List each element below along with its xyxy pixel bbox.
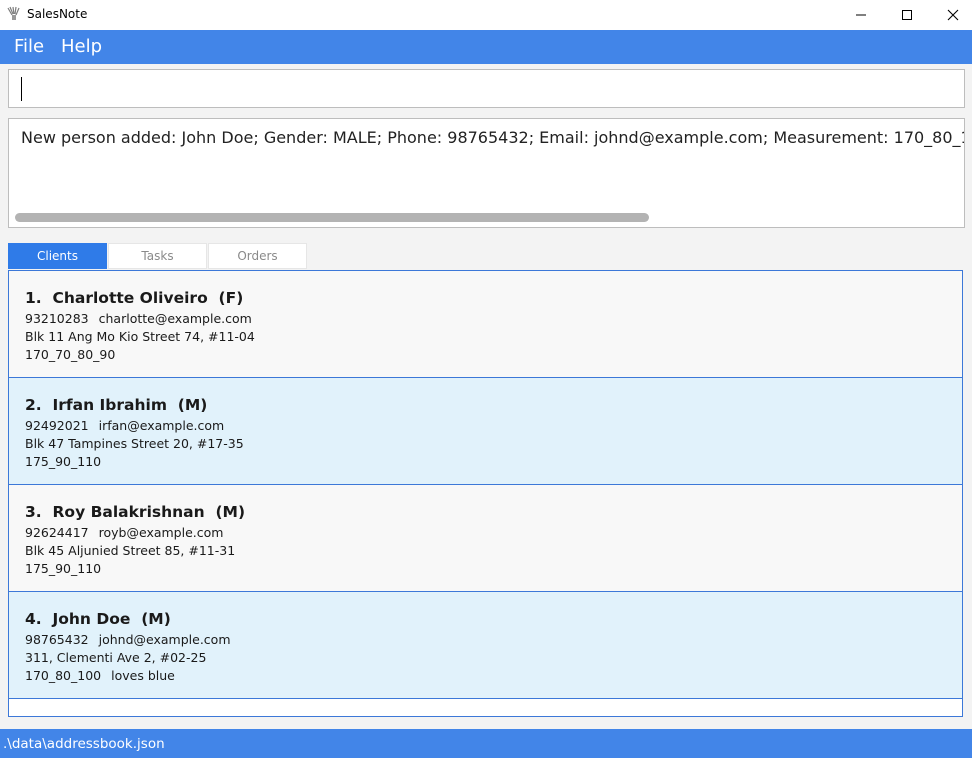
client-address: Blk 45 Aljunied Street 85, #11-31: [25, 543, 236, 558]
client-contact: 93210283 charlotte@example.com: [25, 311, 252, 326]
client-name-line: 4. John Doe (M): [25, 610, 171, 628]
data-file-path: .\data\addressbook.json: [3, 736, 165, 752]
client-email: irfan@example.com: [98, 418, 225, 433]
client-card[interactable]: 3. Roy Balakrishnan (M) 92624417 royb@exa…: [9, 485, 962, 592]
client-card[interactable]: 4. John Doe (M) 98765432 johnd@example.co…: [9, 592, 962, 699]
client-contact: 92492021 irfan@example.com: [25, 418, 224, 433]
status-bar: .\data\addressbook.json: [0, 729, 972, 758]
client-name-line: 1. Charlotte Oliveiro (F): [25, 289, 244, 307]
minimize-icon: [855, 6, 867, 25]
close-button[interactable]: [930, 0, 972, 30]
client-email: charlotte@example.com: [98, 311, 252, 326]
client-note: loves blue: [111, 668, 175, 683]
client-address: 311, Clementi Ave 2, #02-25: [25, 650, 207, 665]
close-icon: [947, 6, 959, 25]
text-caret: [21, 77, 22, 101]
tab-tasks[interactable]: Tasks: [108, 243, 207, 269]
client-measurement: 170_70_80_90: [25, 347, 116, 362]
minimize-button[interactable]: [838, 0, 884, 30]
command-input[interactable]: [9, 70, 964, 107]
client-contact: 98765432 johnd@example.com: [25, 632, 231, 647]
client-phone: 92492021: [25, 418, 89, 433]
window-title: SalesNote: [27, 7, 88, 21]
tab-clients[interactable]: Clients: [8, 243, 107, 269]
menu-file[interactable]: File: [14, 36, 44, 57]
client-list[interactable]: 1. Charlotte Oliveiro (F) 93210283 charlo…: [8, 270, 963, 717]
result-message: New person added: John Doe; Gender: MALE…: [21, 128, 965, 147]
maximize-icon: [901, 6, 913, 25]
client-name-line: 2. Irfan Ibrahim (M): [25, 396, 208, 414]
menu-help[interactable]: Help: [61, 36, 102, 57]
client-phone: 92624417: [25, 525, 89, 540]
client-email: johnd@example.com: [98, 632, 231, 647]
client-card[interactable]: 2. Irfan Ibrahim (M) 92492021 irfan@examp…: [9, 378, 962, 485]
title-bar[interactable]: SalesNote: [0, 0, 972, 30]
client-name-line: 3. Roy Balakrishnan (M): [25, 503, 246, 521]
horizontal-scrollbar[interactable]: [15, 213, 649, 222]
client-contact: 92624417 royb@example.com: [25, 525, 223, 540]
maximize-button[interactable]: [884, 0, 930, 30]
client-phone: 93210283: [25, 311, 89, 326]
client-card[interactable]: 1. Charlotte Oliveiro (F) 93210283 charlo…: [9, 271, 962, 378]
client-address: Blk 47 Tampines Street 20, #17-35: [25, 436, 244, 451]
command-box[interactable]: [8, 69, 965, 108]
client-email: royb@example.com: [98, 525, 224, 540]
tab-orders[interactable]: Orders: [208, 243, 307, 269]
client-address: Blk 11 Ang Mo Kio Street 74, #11-04: [25, 329, 255, 344]
result-display[interactable]: New person added: John Doe; Gender: MALE…: [8, 118, 965, 228]
app-window: SalesNote File Help New person added: Jo…: [0, 0, 972, 758]
client-measurement: 175_90_110: [25, 454, 102, 469]
app-icon: [6, 6, 22, 22]
client-measurement: 170_80_100 loves blue: [25, 668, 175, 683]
client-phone: 98765432: [25, 632, 89, 647]
client-measurement: 175_90_110: [25, 561, 102, 576]
menu-bar: File Help: [0, 30, 972, 64]
